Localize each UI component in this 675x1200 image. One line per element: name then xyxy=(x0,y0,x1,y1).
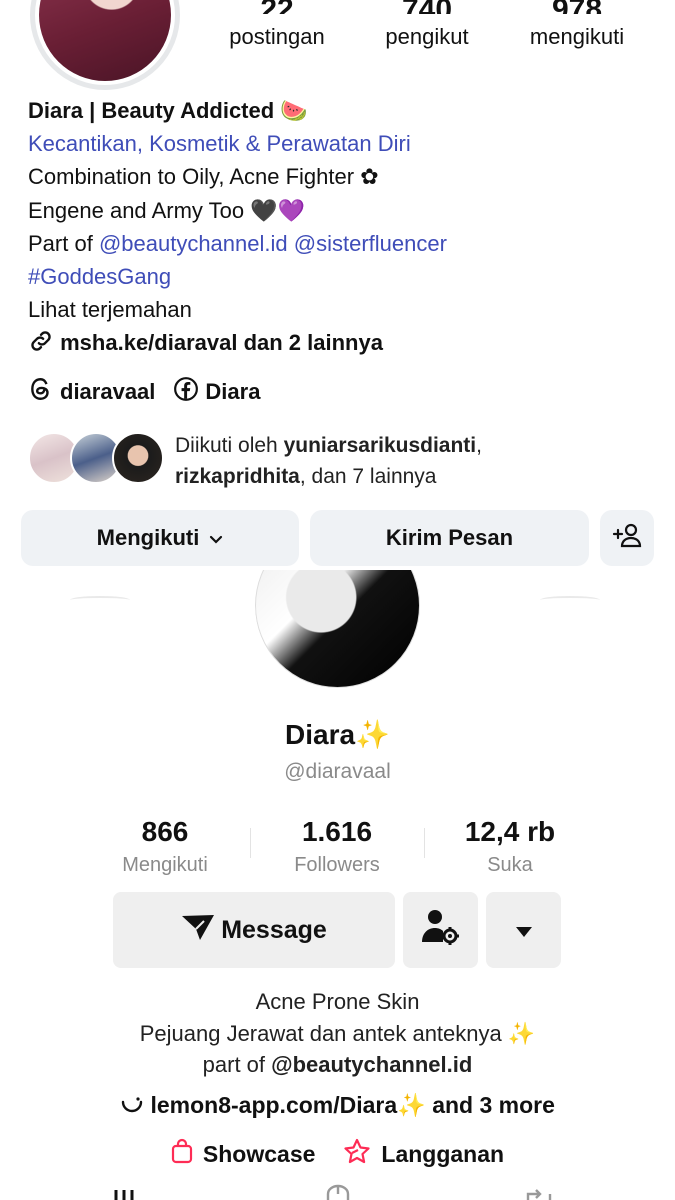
followed-by-user-2: rizkapridhita xyxy=(175,465,300,488)
followed-by-suffix: , dan 7 lainnya xyxy=(299,465,437,488)
star-badge-icon xyxy=(343,1138,371,1170)
instagram-profile: 22 postingan 740 pengikut 978 mengikuti … xyxy=(0,0,675,600)
tiktok-following-stat[interactable]: 866 Mengikuti xyxy=(80,816,250,877)
tiktok-bio-line-3: part of @beautychannel.id xyxy=(0,1049,675,1081)
send-message-button[interactable]: Kirim Pesan xyxy=(310,510,589,566)
subscription-link[interactable]: Langganan xyxy=(343,1138,504,1170)
send-message-label: Kirim Pesan xyxy=(385,525,514,550)
tiktok-link-row[interactable]: lemon8-app.com/Diara✨ and 3 more xyxy=(0,1092,675,1119)
stat-divider xyxy=(250,828,251,858)
posts-count: 22 xyxy=(212,0,342,14)
facebook-link[interactable]: Diara xyxy=(173,376,260,408)
threads-icon xyxy=(28,376,54,408)
add-person-button[interactable] xyxy=(600,510,654,566)
mutual-avatars xyxy=(28,432,168,484)
user-settings-icon xyxy=(421,908,461,953)
shop-tab-icon[interactable] xyxy=(318,1184,358,1200)
hashtag-link[interactable]: #GoddesGang xyxy=(28,260,648,293)
followed-by-user-1: yuniarsarikusdianti xyxy=(283,434,477,457)
translate-link[interactable]: Lihat terjemahan xyxy=(28,293,648,326)
showcase-label: Showcase xyxy=(202,1140,316,1167)
smile-link-icon xyxy=(120,1092,150,1118)
followed-by-prefix: Diikuti oleh xyxy=(175,434,278,457)
facebook-name: Diara xyxy=(205,379,261,404)
tiktok-handle: @diaravaal xyxy=(284,760,391,783)
tiktok-avatar[interactable] xyxy=(255,570,420,688)
tiktok-message-label: Message xyxy=(221,915,327,944)
tiktok-likes-stat[interactable]: 12,4 rb Suka xyxy=(425,816,595,877)
tiktok-message-button[interactable]: Message xyxy=(113,892,395,968)
mention-beautychannel-link[interactable]: @beautychannel.id xyxy=(99,231,288,256)
mention-sisterfluencer-link[interactable]: @sisterfluencer xyxy=(294,231,447,256)
tiktok-following-label: Mengikuti xyxy=(122,854,208,876)
tiktok-mention-link[interactable]: @beautychannel.id xyxy=(271,1052,472,1077)
profile-bio: Diara | Beauty Addicted 🍉 Kecantikan, Ko… xyxy=(28,94,648,364)
followers-count: 740 xyxy=(362,0,492,14)
tiktok-followers-count: 1.616 xyxy=(301,816,373,847)
following-stat[interactable]: 978 mengikuti xyxy=(512,0,642,50)
following-label: mengikuti xyxy=(529,24,625,49)
bio-line-part-of: Part of @beautychannel.id @sisterfluence… xyxy=(28,227,648,260)
tiktok-followers-label: Followers xyxy=(294,854,380,876)
avatar-placeholder-arc xyxy=(540,596,600,604)
posts-stat[interactable]: 22 postingan xyxy=(212,0,342,50)
tiktok-followers-stat[interactable]: 1.616 Followers xyxy=(252,816,422,877)
tiktok-bio-line-2: Pejuang Jerawat dan antek anteknya ✨ xyxy=(139,1020,536,1046)
bio-line-2: Engene and Army Too 🖤💜 xyxy=(28,197,305,223)
bio-link-row[interactable]: msha.ke/diaraval dan 2 lainnya xyxy=(28,326,648,363)
send-icon xyxy=(181,913,215,948)
tiktok-bio-line-1: Acne Prone Skin xyxy=(255,989,420,1014)
tiktok-action-links: Showcase Langganan xyxy=(0,1138,675,1170)
posts-label: postingan xyxy=(229,24,325,49)
mutual-avatar xyxy=(112,432,164,484)
tiktok-likes-label: Suka xyxy=(487,854,533,876)
more-dropdown-button[interactable] xyxy=(486,892,561,968)
tiktok-likes-count: 12,4 rb xyxy=(464,816,556,847)
followers-stat[interactable]: 740 pengikut xyxy=(362,0,492,50)
tiktok-bio: Acne Prone Skin Pejuang Jerawat dan ante… xyxy=(0,986,675,1081)
facebook-icon xyxy=(173,376,199,408)
bio-line-1: Combination to Oily, Acne Fighter ✿ xyxy=(28,164,379,190)
profile-category[interactable]: Kecantikan, Kosmetik & Perawatan Diri xyxy=(28,127,648,160)
caret-down-icon xyxy=(515,916,533,945)
threads-handle: diaravaal xyxy=(60,379,156,404)
followed-by-text: Diikuti oleh yuniarsarikusdianti, rizkap… xyxy=(175,434,482,488)
following-button[interactable]: Mengikuti xyxy=(21,510,299,566)
shopping-bag-icon xyxy=(171,1138,193,1170)
tiktok-profile: Diara✨ @diaravaal 866 Mengikuti 1.616 Fo… xyxy=(0,570,675,1200)
friend-settings-button[interactable] xyxy=(403,892,478,968)
profile-avatar[interactable] xyxy=(30,0,180,90)
threads-link[interactable]: diaravaal xyxy=(28,376,155,408)
showcase-link[interactable]: Showcase xyxy=(171,1138,316,1170)
following-button-label: Mengikuti xyxy=(96,525,200,550)
profile-name: Diara | Beauty Addicted 🍉 xyxy=(28,98,308,123)
following-count: 978 xyxy=(512,0,642,14)
bio-link-text: msha.ke/diaraval dan 2 lainnya xyxy=(60,330,383,356)
link-icon xyxy=(28,328,54,363)
followed-by[interactable]: Diikuti oleh yuniarsarikusdianti, rizkap… xyxy=(28,430,648,490)
tiktok-following-count: 866 xyxy=(141,816,189,847)
tiktok-link-text: lemon8-app.com/Diara✨ and 3 more xyxy=(150,1092,555,1118)
social-links: diaravaal Diara xyxy=(28,376,260,408)
grid-tab-icon[interactable] xyxy=(110,1184,150,1200)
followers-label: pengikut xyxy=(385,24,469,49)
avatar-placeholder-arc xyxy=(70,596,130,604)
chevron-down-icon xyxy=(209,525,223,551)
tiktok-part-of-text: part of xyxy=(202,1052,266,1077)
add-person-icon xyxy=(612,522,642,554)
part-of-text: Part of xyxy=(28,230,93,256)
repost-tab-icon[interactable] xyxy=(522,1184,562,1200)
tiktok-display-name: Diara✨ xyxy=(285,719,390,750)
subscription-label: Langganan xyxy=(381,1140,505,1167)
